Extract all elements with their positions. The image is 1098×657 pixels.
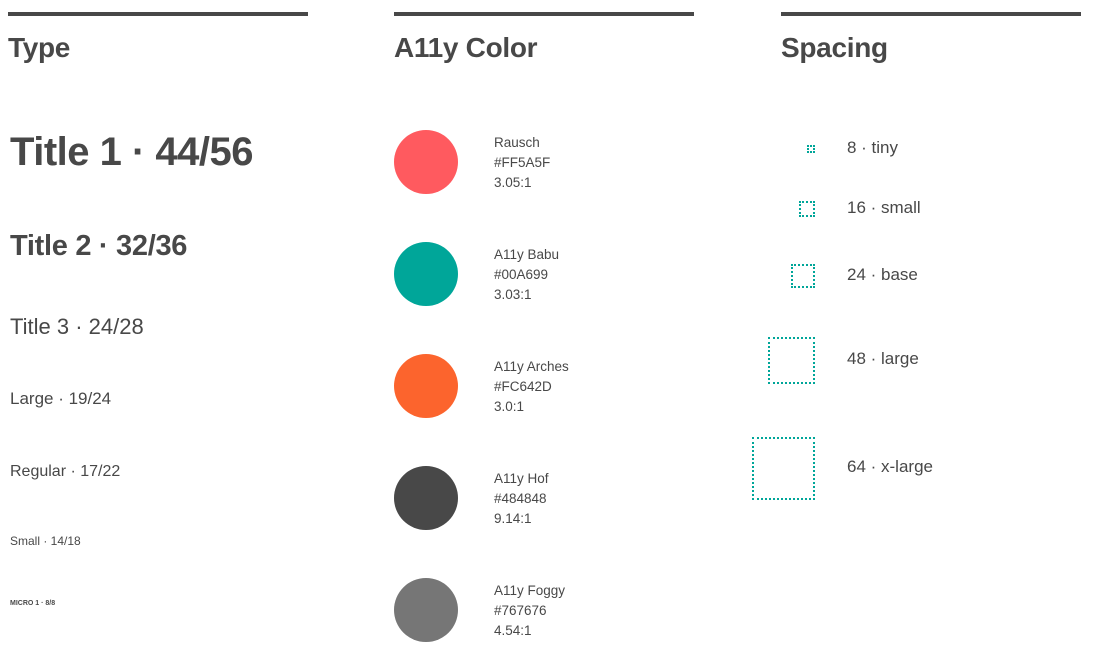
spacing-section: Spacing 8 · tiny 16 · small 24 · base 48… [752,12,1081,500]
spacing-box-icon [799,201,815,217]
color-info: A11y Foggy #767676 4.54:1 [494,581,565,641]
color-contrast-ratio: 3.0:1 [494,399,525,414]
color-info: A11y Arches #FC642D 3.0:1 [494,357,569,417]
spacing-item: 16 · small [781,198,1081,218]
color-swatch [394,242,458,306]
color-name: A11y Foggy [494,583,566,598]
type-sample-title1: Title 1 · 44/56 [10,130,254,174]
section-title-spacing: Spacing [781,32,888,63]
type-sample-title3: Title 3 · 24/28 [10,314,144,339]
spacing-label: 48 · large [847,349,919,368]
color-item: A11y Arches #FC642D 3.0:1 [394,354,569,418]
section-divider [8,12,308,16]
spacing-box-icon [791,264,815,288]
color-hex: #FC642D [494,379,552,394]
color-swatch [394,578,458,642]
spacing-label: 64 · x-large [847,457,933,476]
color-contrast-ratio: 4.54:1 [494,623,532,638]
spacing-item: 48 · large [768,336,1081,384]
type-sample-title2: Title 2 · 32/36 [10,230,188,262]
type-section: Type Title 1 · 44/56 Title 2 · 32/36 Tit… [8,12,308,607]
color-info: A11y Babu #00A699 3.03:1 [494,245,559,305]
color-name: A11y Arches [494,359,569,374]
spacing-item: 8 · tiny [781,138,1081,158]
color-item: Rausch #FF5A5F 3.05:1 [394,130,550,194]
spacing-label: 24 · base [847,265,918,284]
spacing-box-icon [752,436,815,500]
color-contrast-ratio: 9.14:1 [494,511,532,526]
color-contrast-ratio: 3.03:1 [494,287,532,302]
color-section: A11y Color Rausch #FF5A5F 3.05:1 A11y Ba… [394,12,694,642]
color-item: A11y Hof #484848 9.14:1 [394,466,549,530]
spacing-item: 24 · base [781,264,1081,288]
color-item: A11y Babu #00A699 3.03:1 [394,242,559,306]
color-contrast-ratio: 3.05:1 [494,175,532,190]
spacing-box-icon [768,336,815,384]
color-hex: #484848 [494,491,547,506]
color-swatch [394,354,458,418]
color-name: A11y Hof [494,471,549,486]
color-name: A11y Babu [494,247,560,262]
section-divider [394,12,694,16]
spacing-item: 64 · x-large [752,436,1081,500]
color-hex: #767676 [494,603,547,618]
spacing-label: 16 · small [847,198,921,217]
color-swatch [394,130,458,194]
type-sample-large: Large · 19/24 [10,389,112,408]
type-sample-small: Small · 14/18 [10,534,81,548]
spacing-label: 8 · tiny [847,138,899,157]
section-title-type: Type [8,32,71,63]
color-info: A11y Hof #484848 9.14:1 [494,469,549,529]
color-hex: #00A699 [494,267,549,282]
type-sample-micro: MICRO 1 · 8/8 [10,600,56,607]
color-hex: #FF5A5F [494,155,551,170]
color-name: Rausch [494,135,540,150]
color-item: A11y Foggy #767676 4.54:1 [394,578,565,642]
spacing-box-icon [807,145,815,153]
section-divider [781,12,1081,16]
type-sample-regular: Regular · 17/22 [10,463,121,480]
section-title-color: A11y Color [394,32,538,63]
color-swatch [394,466,458,530]
color-info: Rausch #FF5A5F 3.05:1 [494,133,550,193]
